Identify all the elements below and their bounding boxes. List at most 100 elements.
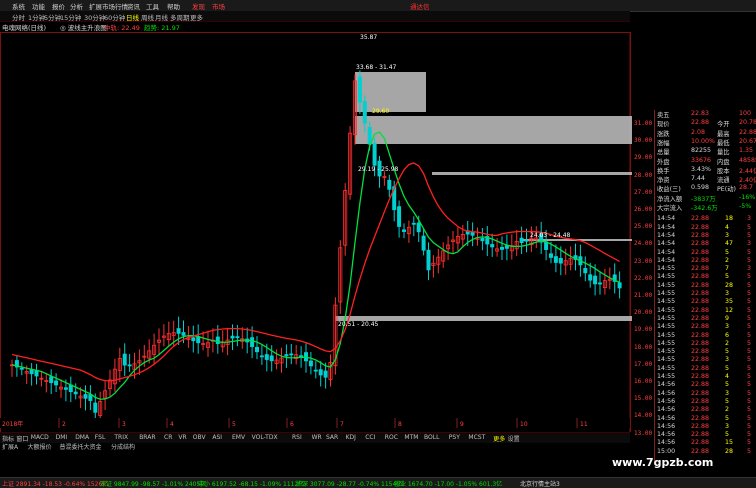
quote-value: 20.78: [739, 119, 756, 127]
indicator-tab[interactable]: MCST: [468, 434, 485, 441]
tick-time: 14:54: [657, 223, 676, 231]
watermark: www.7gpzb.com: [612, 456, 714, 469]
indicator-tab[interactable]: DMI: [56, 434, 68, 441]
quote-value: 22.88: [691, 119, 710, 127]
candle-body: [259, 355, 264, 358]
candlestick-chart[interactable]: 35.8713.7033.68 - 31.4729.19 - 25.9824.0…: [0, 32, 654, 432]
period-tab[interactable]: 周线: [141, 12, 154, 22]
indicator-name[interactable]: ◎ 波线主升浪图: [60, 22, 107, 32]
period-tab[interactable]: 分时: [12, 12, 25, 22]
menu-item[interactable]: 工具: [146, 1, 159, 11]
period-tab[interactable]: 更多: [190, 12, 203, 22]
candle-body: [362, 101, 367, 124]
tick-price: 22.88: [691, 314, 710, 322]
indicator-tab[interactable]: CCI: [365, 434, 375, 441]
price-tick: 17.00: [634, 360, 653, 368]
period-tab[interactable]: 月线: [155, 12, 168, 22]
indicator-tab[interactable]: EMV: [232, 434, 245, 441]
indicator-tab[interactable]: SAR: [326, 434, 338, 441]
indicator-tab[interactable]: ASI: [212, 434, 222, 441]
period-tab[interactable]: 日线: [126, 12, 139, 22]
period-tab[interactable]: 1分钟: [28, 12, 45, 22]
indicator-tab[interactable]: TRIX: [114, 434, 128, 441]
tick-price: 22.88: [691, 422, 710, 430]
tick-volume: 9: [725, 314, 730, 322]
candle-body: [93, 402, 98, 413]
tick-price: 22.88: [691, 364, 710, 372]
period-tab[interactable]: 5分钟: [44, 12, 61, 22]
note-label: 29.60: [372, 108, 389, 115]
indicator-tab[interactable]: VOL-TDX: [252, 434, 278, 441]
menu-item[interactable]: 报价: [52, 1, 65, 11]
price-tick: 28.00: [634, 171, 653, 179]
tick-time: 15:00: [657, 447, 676, 455]
tick-volume: 3: [725, 356, 730, 364]
indicator-tab[interactable]: CR: [164, 434, 172, 441]
candle-body: [88, 394, 93, 401]
candle-body: [49, 376, 54, 384]
quote-label: 换手: [657, 167, 670, 175]
sub-tab[interactable]: 扩展A: [2, 442, 18, 451]
tick-count: 5: [747, 298, 752, 306]
menu-item[interactable]: 系统: [12, 1, 25, 11]
indicator-tab[interactable]: BRAR: [139, 434, 155, 441]
menu-flag-item[interactable]: 市场: [212, 1, 225, 11]
candle-body: [549, 253, 554, 258]
indicator-tab[interactable]: ROC: [385, 434, 398, 441]
indicator-tab[interactable]: MTM: [404, 434, 418, 441]
tick-count: 5: [747, 389, 752, 397]
sub-tab[interactable]: 普混委托大资金: [60, 442, 102, 451]
indicator-tab[interactable]: PSY: [449, 434, 460, 441]
tick-count: 5: [747, 306, 752, 314]
tick-volume: 4: [725, 373, 730, 380]
sub-tab[interactable]: 大额报价: [28, 442, 52, 451]
tick-price: 22.88: [691, 447, 710, 455]
indicator-tab[interactable]: BOLL: [424, 434, 439, 441]
candle-body: [490, 244, 495, 248]
indicator-tab[interactable]: OBV: [193, 434, 206, 441]
sub-tab[interactable]: 分成结构: [111, 442, 135, 451]
indicator-tab[interactable]: RSI: [292, 434, 302, 441]
menu-item[interactable]: 分析: [70, 1, 83, 11]
menu-item[interactable]: 资讯: [127, 1, 140, 11]
quote-row: 卖五 22.83 100: [657, 110, 756, 119]
candle-body: [323, 370, 328, 378]
quote-label: 量比: [717, 149, 730, 157]
menu-flag-item[interactable]: 发现: [192, 1, 205, 11]
period-tab[interactable]: 60分钟: [104, 12, 125, 22]
candle-body: [215, 336, 220, 345]
tick-count: 5: [747, 422, 752, 430]
indicator-tab[interactable]: DMA: [75, 434, 89, 441]
menu-item[interactable]: 帮助: [167, 1, 180, 11]
tick-price: 22.88: [691, 306, 710, 314]
quote-value: -3837万: [691, 195, 716, 203]
tick-volume: 5: [725, 397, 730, 405]
tick-count: 5: [747, 431, 752, 439]
quote-row: 现价 22.88 今开 20.78: [657, 119, 756, 128]
period-tab[interactable]: 多周期: [170, 12, 190, 22]
month-label: 7: [340, 421, 344, 428]
tick-volume: 7: [725, 265, 730, 273]
indicator-tab[interactable]: FSL: [95, 434, 106, 441]
tick-volume: 28: [725, 447, 734, 455]
tick-price: 22.88: [691, 406, 710, 414]
tick-count: 5: [747, 323, 752, 331]
quote-value: 2.08: [691, 128, 706, 136]
indicator-tab[interactable]: KDJ: [346, 434, 356, 441]
menu-item[interactable]: 功能: [32, 1, 45, 11]
tick-volume: 2: [725, 406, 730, 414]
tick-volume: 12: [725, 306, 734, 314]
candle-body: [401, 229, 406, 232]
indicator-tab[interactable]: WR: [312, 434, 322, 441]
chart-title-line: 电魂网络(日线) ◎ 波线主升浪图 中轨: 22.49 趋势: 21.97: [0, 22, 630, 32]
period-tab[interactable]: 15分钟: [60, 12, 81, 22]
indicator-tab[interactable]: MACD: [31, 434, 49, 441]
menu-item[interactable]: 扩展市场行情: [89, 1, 128, 11]
period-tab[interactable]: 30分钟: [84, 12, 105, 22]
tick-time: 14:54: [657, 240, 676, 248]
quote-label: 最高: [717, 130, 730, 138]
tick-time: 14:54: [657, 248, 676, 256]
tick-price: 22.88: [691, 248, 710, 256]
quote-value: -342.6万: [691, 205, 718, 212]
indicator-tab[interactable]: VR: [178, 434, 186, 441]
